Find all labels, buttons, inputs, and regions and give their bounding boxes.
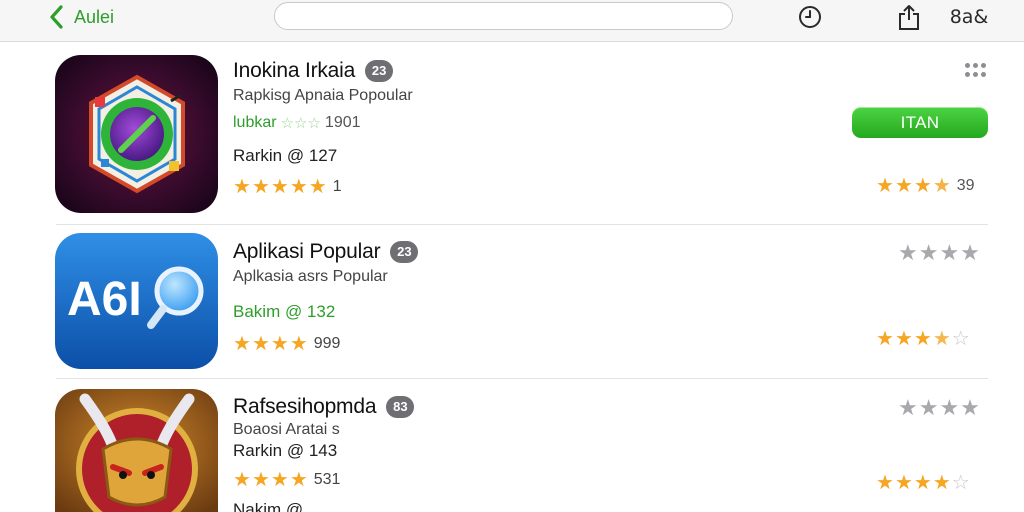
dot xyxy=(973,71,978,77)
app-icon-2[interactable]: A6I xyxy=(55,233,218,369)
dot xyxy=(981,63,986,68)
app-1-stars-line: ★ ★ ★ ★ ★ 1 xyxy=(233,177,342,197)
app-1-star-rating: ★ ★ ★ ★ ★ xyxy=(233,176,327,198)
app-2-gray-stars: ★★★★ xyxy=(898,240,981,265)
row-divider xyxy=(56,224,988,225)
more-options-button[interactable] xyxy=(965,63,989,77)
app-3-cut-text: Nakim @ xyxy=(233,500,304,512)
app-1-rank: Rarkin @ 127 xyxy=(233,146,338,165)
share-button[interactable] xyxy=(896,3,922,31)
app-1-rating-line: lubkar ☆☆☆ 1901 xyxy=(233,114,361,132)
toolbar-text-button[interactable]: 8a& xyxy=(946,3,992,31)
app-1-right-rating: ★ ★ ★ ★ 39 xyxy=(876,176,975,196)
app-2-title-line: Aplikasi Popular 23 xyxy=(233,240,419,264)
app-1-title[interactable]: Inokina Irkaia xyxy=(233,59,355,83)
app-1-title-line: Inokina Irkaia 23 xyxy=(233,59,394,83)
dot xyxy=(965,71,970,77)
app-2-subtitle: Aplkasia asrs Popular xyxy=(233,268,388,285)
svg-text:A6I: A6I xyxy=(67,273,142,326)
app-1-badge: 23 xyxy=(365,60,394,82)
app-icon-3[interactable] xyxy=(55,389,218,512)
app-2-right-rating: ★ ★ ★ ★ ☆ xyxy=(876,329,970,349)
app-2-green-text: Bakim @ 132 xyxy=(233,302,336,321)
app-1-outline-stars: ☆☆☆ xyxy=(280,115,321,132)
row-divider xyxy=(56,378,988,379)
app-2-title[interactable]: Aplikasi Popular xyxy=(233,240,381,264)
app-3-badge: 83 xyxy=(386,396,415,418)
back-button[interactable]: Aulei xyxy=(48,4,114,30)
get-button[interactable]: ITAN xyxy=(852,107,988,138)
app-1-right-count: 39 xyxy=(956,177,975,194)
app-3-subtitle: Boaosi Aratai s xyxy=(233,421,340,438)
app-1-stars-count: 1 xyxy=(332,178,342,195)
app-3-right-rating: ★ ★ ★ ★ ☆ xyxy=(876,473,970,493)
app-1-green-text: lubkar xyxy=(233,114,277,131)
app-icon-1[interactable] xyxy=(55,55,218,213)
app-3-rank: Rarkin @ 143 xyxy=(233,441,338,460)
dot xyxy=(965,63,970,68)
app-2-stars-count: 999 xyxy=(313,335,341,352)
share-icon xyxy=(899,5,919,30)
app-2-badge: 23 xyxy=(390,241,419,263)
app-3-title[interactable]: Rafsesihopmda xyxy=(233,395,377,419)
search-input[interactable] xyxy=(274,2,733,30)
app-3-title-line: Rafsesihopmda 83 xyxy=(233,395,415,419)
chevron-left-icon xyxy=(50,5,63,29)
app-1-green-count: 1901 xyxy=(324,114,361,131)
app-icon-1-graphic xyxy=(55,55,218,213)
app-3-star-rating: ★ ★ ★ ★ xyxy=(233,469,308,491)
app-3-stars-count: 531 xyxy=(313,471,341,488)
app-3-gray-stars: ★★★★ xyxy=(898,395,981,420)
dot xyxy=(973,63,978,68)
clock-icon xyxy=(799,6,821,28)
app-2-star-rating: ★ ★ ★ ★ xyxy=(233,333,308,355)
app-1-subtitle: Rapkisg Apnaia Popoular xyxy=(233,87,413,104)
top-toolbar: Aulei 8a& xyxy=(0,0,1024,42)
app-2-right-stars: ★ ★ ★ ★ ☆ xyxy=(876,328,970,350)
dot xyxy=(981,71,986,77)
app-3-right-stars: ★ ★ ★ ★ ☆ xyxy=(876,472,970,494)
app-2-stars-line: ★ ★ ★ ★ 999 xyxy=(233,334,340,354)
app-2-green-line: Bakim @ 132 xyxy=(233,302,335,322)
app-3-stars-line: ★ ★ ★ ★ 531 xyxy=(233,470,340,490)
history-button[interactable] xyxy=(796,3,824,31)
app-1-right-stars: ★ ★ ★ ★ xyxy=(876,175,951,197)
back-label: Aulei xyxy=(74,6,115,27)
app-icon-2-graphic: A6I xyxy=(55,233,218,369)
app-icon-3-graphic xyxy=(55,389,218,512)
